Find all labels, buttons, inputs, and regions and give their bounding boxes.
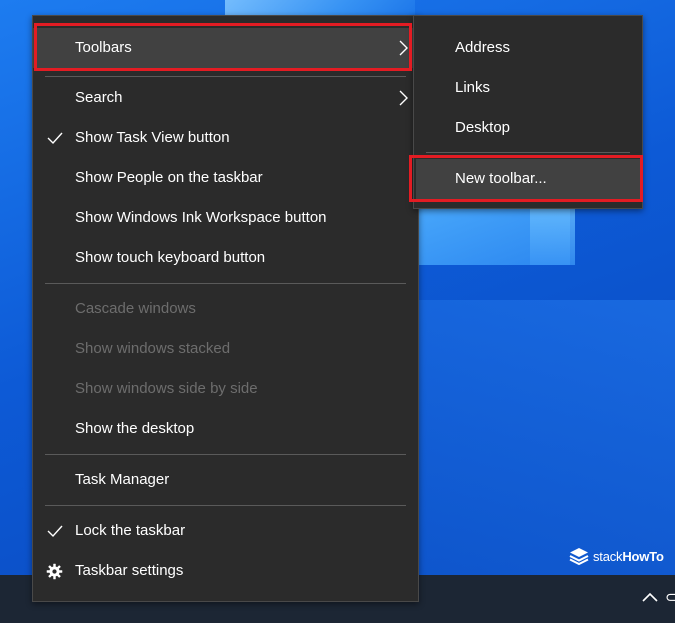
menu-item-label: Toolbars: [75, 39, 132, 56]
menu-item-label: Show Windows Ink Workspace button: [75, 209, 327, 226]
menu-item-windows-stacked: Show windows stacked: [33, 329, 418, 369]
submenu-item-desktop[interactable]: Desktop: [414, 108, 642, 148]
menu-item-windows-side-by-side: Show windows side by side: [33, 369, 418, 409]
menu-separator: [45, 76, 406, 77]
menu-item-show-ink-workspace[interactable]: Show Windows Ink Workspace button: [33, 198, 418, 238]
submenu-item-address[interactable]: Address: [414, 28, 642, 68]
menu-item-show-task-view[interactable]: Show Task View button: [33, 118, 418, 158]
menu-separator: [45, 454, 406, 455]
menu-item-show-people[interactable]: Show People on the taskbar: [33, 158, 418, 198]
menu-item-lock-taskbar[interactable]: Lock the taskbar: [33, 511, 418, 551]
watermark-text-howto: HowTo: [622, 548, 664, 564]
toolbars-submenu: Address Links Desktop New toolbar...: [413, 15, 643, 209]
menu-item-cascade-windows: Cascade windows: [33, 289, 418, 329]
menu-item-label: Show windows stacked: [75, 340, 231, 357]
menu-item-label: Links: [455, 79, 491, 96]
menu-separator: [45, 505, 406, 506]
watermark-text-stack: stack: [593, 548, 623, 564]
menu-item-label: Show the desktop: [75, 420, 195, 437]
submenu-item-new-toolbar[interactable]: New toolbar...: [416, 159, 640, 199]
watermark: stack HowTo: [569, 545, 664, 567]
menu-item-toolbars[interactable]: Toolbars: [33, 28, 418, 68]
menu-item-label: Lock the taskbar: [75, 522, 186, 539]
menu-item-taskbar-settings[interactable]: Taskbar settings: [33, 551, 418, 591]
menu-item-show-touch-keyboard[interactable]: Show touch keyboard button: [33, 238, 418, 278]
submenu-item-links[interactable]: Links: [414, 68, 642, 108]
menu-item-label: Address: [455, 39, 511, 56]
menu-item-label: New toolbar...: [455, 170, 547, 187]
menu-item-label: Search: [75, 89, 123, 106]
menu-item-label: Show windows side by side: [75, 380, 258, 397]
menu-item-search[interactable]: Search: [33, 78, 418, 118]
wallpaper-pane: [530, 205, 575, 265]
menu-separator: [45, 283, 406, 284]
menu-item-task-manager[interactable]: Task Manager: [33, 460, 418, 500]
menu-item-label: Show touch keyboard button: [75, 249, 266, 266]
checkmark-icon: [47, 132, 63, 145]
stack-layers-icon: [569, 548, 589, 566]
chevron-right-icon: [399, 40, 408, 56]
wallpaper-pane: [418, 300, 675, 575]
menu-item-label: Task Manager: [75, 471, 170, 488]
menu-item-label: Taskbar settings: [75, 562, 184, 579]
wallpaper-pane: [225, 0, 415, 15]
taskbar-context-menu: Toolbars Search Show Task View button Sh…: [32, 15, 419, 602]
menu-item-show-desktop[interactable]: Show the desktop: [33, 409, 418, 449]
menu-separator: [426, 152, 630, 153]
menu-item-label: Show Task View button: [75, 129, 230, 146]
chevron-right-icon: [399, 90, 408, 106]
menu-item-label: Show People on the taskbar: [75, 169, 263, 186]
tray-icon-partial[interactable]: ⊂: [665, 588, 675, 606]
checkmark-icon: [47, 525, 63, 538]
menu-item-label: Desktop: [455, 119, 511, 136]
chevron-up-icon[interactable]: [640, 588, 660, 608]
menu-item-label: Cascade windows: [75, 300, 196, 317]
gear-icon: [46, 563, 63, 580]
